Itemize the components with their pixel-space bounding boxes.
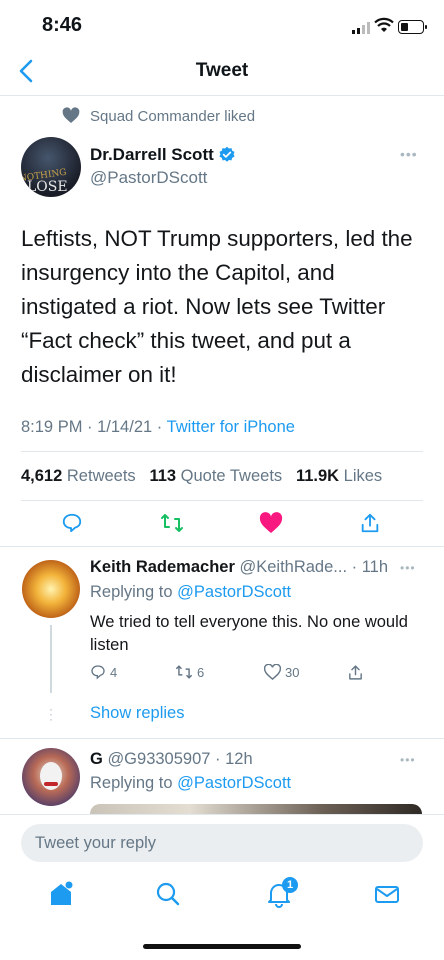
home-indicator[interactable] (143, 944, 301, 949)
reply-count: 4 (110, 664, 118, 680)
likes-stat[interactable]: 11.9K Likes (296, 467, 382, 485)
reply-author-handle[interactable]: @KeithRade... (239, 558, 347, 576)
author-name[interactable]: Dr.Darrell Scott (90, 145, 214, 165)
retweets-stat[interactable]: 4,612 Retweets (21, 467, 136, 485)
reply-icon (91, 665, 105, 680)
reply-text: We tried to tell everyone this. No one w… (90, 613, 408, 654)
reply-age: 12h (225, 750, 253, 768)
replying-to-handle[interactable]: @PastorDScott (177, 774, 291, 792)
reply-age: 11h (361, 558, 389, 576)
reply-author-name[interactable]: G (90, 750, 103, 768)
like-icon[interactable] (259, 512, 283, 534)
author-handle[interactable]: @PastorDScott (90, 168, 207, 188)
show-replies-link[interactable]: Show replies (90, 704, 184, 723)
reply-media[interactable] (90, 804, 422, 814)
heart-icon (264, 664, 281, 680)
retweet-icon (176, 665, 192, 679)
avatar[interactable] (22, 748, 80, 806)
reply-input[interactable]: Tweet your reply (21, 824, 423, 862)
replying-to: Replying to @PastorDScott (90, 583, 292, 601)
retweet-action[interactable]: 6 (175, 664, 204, 680)
divider (0, 95, 444, 96)
status-time: 8:46 (42, 14, 83, 36)
verified-icon (219, 146, 235, 162)
divider (0, 814, 444, 815)
more-icon[interactable]: ••• (400, 753, 416, 767)
reply-author-name[interactable]: Keith Rademacher (90, 558, 235, 576)
home-icon[interactable] (48, 880, 74, 908)
share-icon[interactable] (359, 512, 381, 534)
search-icon[interactable] (155, 880, 181, 908)
tweet-time: 8:19 PM (21, 418, 83, 436)
replying-to: Replying to @PastorDScott (90, 774, 292, 792)
like-action[interactable]: 30 (264, 664, 299, 680)
divider (0, 738, 444, 739)
thread-line (50, 625, 52, 693)
more-icon[interactable]: ••• (400, 561, 416, 575)
tweet-source[interactable]: Twitter for iPhone (167, 418, 295, 436)
notification-badge: 1 (282, 877, 298, 893)
battery-icon (398, 20, 427, 34)
avatar[interactable]: NOTHING LOSE (21, 137, 81, 197)
like-count: 30 (285, 664, 300, 680)
heart-icon (62, 107, 80, 123)
divider (0, 546, 444, 547)
avatar[interactable] (22, 560, 80, 618)
retweet-icon[interactable] (160, 512, 184, 534)
tweet-date: 1/14/21 (97, 418, 153, 436)
tweet-text: Leftists, NOT Trump supporters, led the … (21, 226, 413, 387)
retweet-count: 6 (197, 664, 205, 680)
signal-icon (352, 22, 370, 34)
mail-icon[interactable] (374, 880, 400, 908)
social-context[interactable]: Squad Commander liked (90, 108, 255, 125)
reply-header[interactable]: Keith Rademacher @KeithRade... · 11h (90, 558, 388, 577)
wifi-icon (374, 17, 394, 32)
quotes-stat[interactable]: 113 Quote Tweets (149, 467, 282, 485)
page-title: Tweet (195, 60, 249, 81)
reply-author-handle[interactable]: @G93305907 (107, 750, 210, 768)
replying-to-handle[interactable]: @PastorDScott (177, 583, 291, 601)
divider (21, 451, 423, 452)
share-icon[interactable] (347, 664, 364, 681)
thread-dots: · · · (49, 702, 53, 726)
reply-icon[interactable] (61, 512, 83, 534)
reply-header[interactable]: G @G93305907 · 12h (90, 750, 253, 769)
avatar-text: LOSE (27, 179, 68, 195)
more-icon[interactable]: ••• (400, 146, 418, 162)
tweet-stats: 4,612 Retweets 113 Quote Tweets 11.9K Li… (21, 467, 382, 486)
divider (21, 500, 423, 501)
reply-action[interactable]: 4 (90, 664, 117, 680)
tweet-meta: 8:19 PM · 1/14/21 · Twitter for iPhone (21, 418, 295, 436)
